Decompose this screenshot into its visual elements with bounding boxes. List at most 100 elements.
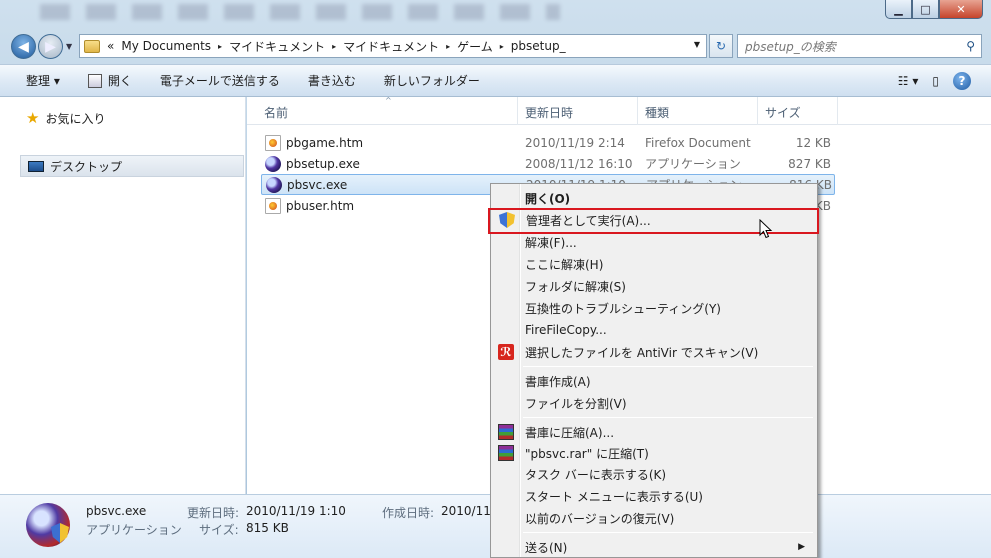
back-button[interactable]: ◀ [11,34,36,59]
blurred-title-background [40,4,560,20]
file-size: 827 KB [788,156,831,171]
help-icon[interactable]: ? [953,72,971,90]
details-created-label: 作成日時: [382,506,435,520]
address-bar[interactable]: « My Documents ▸ マイドキュメント ▸ マイドキュメント ▸ ゲ… [79,34,707,58]
address-dropdown-icon[interactable]: ▼ [694,40,700,49]
menu-item-split-file[interactable]: ファイルを分割(V) [491,392,817,414]
new-folder-button[interactable]: 新しいフォルダー [384,72,480,89]
menu-item-extract-here[interactable]: ここに解凍(H) [491,253,817,275]
menu-item-pin-start-menu[interactable]: スタート メニューに表示する(U) [491,485,817,507]
file-name: pbsetup.exe [286,156,360,171]
menu-item-label: 書庫に圧縮(A)... [525,425,615,440]
menu-item-create-archive[interactable]: 書庫作成(A) [491,370,817,392]
new-folder-label: 新しいフォルダー [383,74,480,88]
column-divider[interactable] [757,97,758,125]
breadcrumb: My Documents ▸ マイドキュメント ▸ マイドキュメント ▸ ゲーム… [121,38,565,55]
forward-button[interactable]: ▶ [38,34,63,59]
file-date: 2008/11/12 16:10 [525,156,633,171]
close-button[interactable]: ✕ [939,0,983,19]
column-divider[interactable] [837,97,838,125]
views-icon[interactable]: ☷ ▾ [898,74,919,88]
menu-item-extract-to-folder[interactable]: フォルダに解凍(S) [491,275,817,297]
search-placeholder: pbsetup_の検索 [745,39,836,54]
breadcrumb-separator-icon[interactable]: ▸ [446,42,450,51]
file-date: 2010/11/19 2:14 [525,135,625,150]
breadcrumb-separator-icon[interactable]: ▸ [218,42,222,51]
menu-separator [523,532,813,533]
menu-item-antivir-scan[interactable]: ℛ 選択したファイルを AntiVir でスキャン(V) [491,341,817,363]
recent-pages-dropdown[interactable]: ▼ [66,42,72,51]
navigation-pane: ★ お気に入り デスクトップ [0,97,246,494]
menu-item-pin-taskbar[interactable]: タスク バーに表示する(K) [491,463,817,485]
details-size-value: 815 KB [246,521,289,535]
menu-item-troubleshoot-compatibility[interactable]: 互換性のトラブルシューティング(Y) [491,297,817,319]
menu-item-label: 送る(N) [525,540,568,555]
open-label: 開く [107,74,132,88]
sidebar-item-desktop[interactable]: デスクトップ [20,155,244,177]
window-controls: ▁ □ ✕ [885,0,983,19]
menu-item-firefilecopy[interactable]: FireFileCopy... [491,319,817,341]
search-icon[interactable]: ⚲ [966,39,975,53]
column-header-row: ^ 名前 更新日時 種類 サイズ [247,96,991,125]
organize-button[interactable]: 整理 ▾ [26,72,60,89]
email-button[interactable]: 電子メールで送信する [160,72,280,89]
organize-label: 整理 ▾ [26,74,60,88]
details-created-value: 2010/11/ [441,504,495,518]
menu-item-add-to-pbsvc-rar[interactable]: "pbsvc.rar" に圧縮(T) [491,442,817,464]
file-row[interactable]: pbsetup.exe 2008/11/12 16:10 アプリケーション 82… [261,153,835,174]
breadcrumb-overflow[interactable]: « [107,39,114,53]
menu-item-restore-previous-versions[interactable]: 以前のバージョンの復元(V) [491,507,817,529]
menu-item-label: 以前のバージョンの復元(V) [525,511,675,526]
search-input[interactable]: pbsetup_の検索 ⚲ [737,34,982,58]
column-header-type[interactable]: 種類 [645,104,669,121]
breadcrumb-item[interactable]: pbsetup_ [511,39,566,53]
breadcrumb-item[interactable]: マイドキュメント [343,38,439,55]
minimize-button[interactable]: ▁ [885,0,912,19]
title-bar: ▁ □ ✕ [0,0,991,30]
folder-icon [84,39,100,53]
command-bar: 整理 ▾ 開く 電子メールで送信する 書き込む 新しいフォルダー ☷ ▾ ▯ ? [0,64,991,97]
menu-item-send-to[interactable]: 送る(N) ▶ [491,536,817,557]
menu-item-label: タスク バーに表示する(K) [525,467,667,482]
sidebar-item-favorites[interactable]: ★ お気に入り [26,109,105,127]
breadcrumb-item[interactable]: ゲーム [457,38,493,55]
refresh-button[interactable]: ↻ [709,34,733,58]
details-file-name: pbsvc.exe [86,504,147,518]
winrar-icon [498,424,514,440]
breadcrumb-item[interactable]: My Documents [121,39,211,53]
email-label: 電子メールで送信する [159,74,280,88]
menu-separator [523,366,813,367]
view-controls: ☷ ▾ ▯ ? [898,72,971,90]
app-icon [265,155,281,172]
sort-indicator-icon: ^ [385,96,392,105]
menu-item-add-to-archive[interactable]: 書庫に圧縮(A)... [491,421,817,443]
column-divider[interactable] [517,97,518,125]
star-icon: ★ [26,109,40,127]
firefox-doc-icon [265,197,281,214]
breadcrumb-item[interactable]: マイドキュメント [229,38,325,55]
menu-item-label: ファイルを分割(V) [525,396,627,411]
column-divider[interactable] [637,97,638,125]
column-header-name[interactable]: 名前 [264,104,288,121]
file-name: pbgame.htm [286,135,364,150]
file-type: アプリケーション [645,157,741,171]
maximize-button[interactable]: □ [912,0,939,19]
breadcrumb-separator-icon[interactable]: ▸ [332,42,336,51]
burn-button[interactable]: 書き込む [308,72,356,89]
menu-item-label: 書庫作成(A) [525,374,591,389]
open-icon [87,73,102,88]
menu-item-open[interactable]: 開く(O) [491,187,817,209]
details-size-label: サイズ: [199,523,239,537]
file-row[interactable]: pbgame.htm 2010/11/19 2:14 Firefox Docum… [261,132,835,153]
preview-pane-icon[interactable]: ▯ [932,74,939,88]
breadcrumb-separator-icon[interactable]: ▸ [500,42,504,51]
column-header-size[interactable]: サイズ [765,104,801,121]
menu-item-label: ここに解凍(H) [525,257,604,272]
menu-separator [523,417,813,418]
details-modified-value: 2010/11/19 1:10 [246,504,346,518]
menu-item-label: スタート メニューに表示する(U) [525,489,703,504]
column-header-date[interactable]: 更新日時 [525,104,573,121]
navigation-bar: ◀ ▶ ▼ « My Documents ▸ マイドキュメント ▸ マイドキュメ… [0,30,991,62]
menu-item-label: FireFileCopy... [525,323,607,337]
open-button[interactable]: 開く [87,72,132,89]
